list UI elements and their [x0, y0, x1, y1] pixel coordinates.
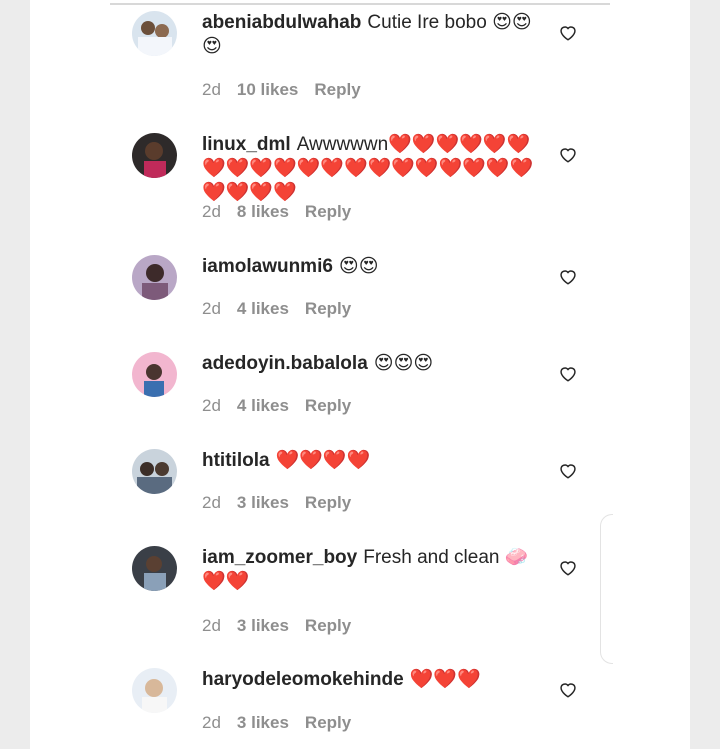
heart-outline-icon[interactable] [558, 680, 578, 698]
comment-text: htitilola ❤️❤️❤️❤️ [202, 449, 542, 473]
side-panel-edge [600, 514, 613, 664]
comment-time: 2d [202, 299, 221, 318]
comment-text: iamolawunmi6 😍😍 [202, 255, 542, 279]
likes-count[interactable]: 3 likes [237, 493, 289, 512]
likes-count[interactable]: 10 likes [237, 80, 298, 99]
reply-button[interactable]: Reply [305, 396, 351, 415]
comment-time: 2d [202, 493, 221, 512]
comment-meta: 2d 4 likes Reply [202, 299, 367, 319]
comment-emoji: 😍😍 [338, 256, 379, 277]
heart-outline-icon[interactable] [558, 558, 578, 576]
heart-outline-icon[interactable] [558, 145, 578, 163]
comment-time: 2d [202, 396, 221, 415]
comment-text: adedoyin.babalola 😍😍😍 [202, 352, 542, 376]
avatar[interactable] [132, 668, 177, 713]
comment-body: Cutie Ire bobo [367, 12, 487, 33]
heart-outline-icon[interactable] [558, 461, 578, 479]
comment-body: Awwwwwn [296, 134, 389, 155]
comment-meta: 2d 8 likes Reply [202, 202, 367, 222]
avatar[interactable] [132, 352, 177, 397]
likes-count[interactable]: 4 likes [237, 299, 289, 318]
comment-meta: 2d 3 likes Reply [202, 493, 367, 513]
avatar[interactable] [132, 449, 177, 494]
comment-meta: 2d 10 likes Reply [202, 80, 377, 100]
comment-time: 2d [202, 616, 221, 635]
comment-time: 2d [202, 713, 221, 732]
comment-time: 2d [202, 80, 221, 99]
reply-button[interactable]: Reply [305, 713, 351, 732]
comment-time: 2d [202, 202, 221, 221]
avatar[interactable] [132, 133, 177, 178]
comment-text: iam_zoomer_boy Fresh and clean 🧼❤️❤️ [202, 546, 542, 594]
avatar[interactable] [132, 546, 177, 591]
likes-count[interactable]: 4 likes [237, 396, 289, 415]
reply-button[interactable]: Reply [305, 202, 351, 221]
comment-text: abeniabdulwahab Cutie Ire bobo 😍😍😍 [202, 11, 542, 59]
heart-outline-icon[interactable] [558, 364, 578, 382]
comment-username[interactable]: adedoyin.babalola [202, 353, 368, 374]
comment-username[interactable]: iam_zoomer_boy [202, 547, 357, 568]
comment-username[interactable]: linux_dml [202, 134, 291, 155]
comment-emoji: ❤️❤️❤️❤️ [275, 450, 371, 471]
comment-text: linux_dml Awwwwwn❤️❤️❤️❤️❤️❤️❤️❤️❤️❤️❤️❤️… [202, 133, 542, 205]
likes-count[interactable]: 8 likes [237, 202, 289, 221]
comment-username[interactable]: haryodeleomokehinde [202, 669, 404, 690]
comment-emoji: ❤️❤️❤️ [409, 669, 481, 690]
avatar[interactable] [132, 255, 177, 300]
comment-meta: 2d 3 likes Reply [202, 713, 367, 733]
heart-outline-icon[interactable] [558, 23, 578, 41]
likes-count[interactable]: 3 likes [237, 616, 289, 635]
heart-outline-icon[interactable] [558, 267, 578, 285]
likes-count[interactable]: 3 likes [237, 713, 289, 732]
avatar[interactable] [132, 11, 177, 56]
reply-button[interactable]: Reply [305, 299, 351, 318]
comment-body: Fresh and clean [363, 547, 500, 568]
divider [110, 3, 610, 5]
comment-meta: 2d 3 likes Reply [202, 616, 367, 636]
reply-button[interactable]: Reply [314, 80, 360, 99]
reply-button[interactable]: Reply [305, 493, 351, 512]
comment-text: haryodeleomokehinde ❤️❤️❤️ [202, 668, 542, 692]
comment-username[interactable]: abeniabdulwahab [202, 12, 361, 33]
reply-button[interactable]: Reply [305, 616, 351, 635]
comment-meta: 2d 4 likes Reply [202, 396, 367, 416]
comment-username[interactable]: iamolawunmi6 [202, 256, 333, 277]
comment-username[interactable]: htitilola [202, 450, 270, 471]
comment-emoji: 😍😍😍 [373, 353, 434, 374]
